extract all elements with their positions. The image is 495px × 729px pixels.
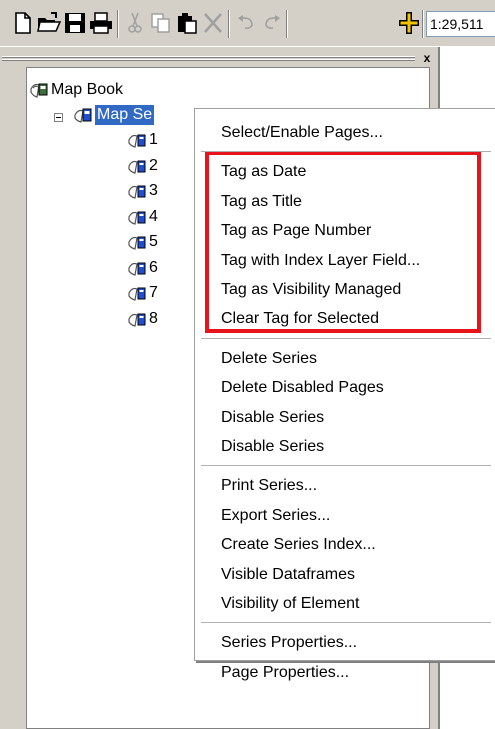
open-folder-icon bbox=[37, 12, 61, 32]
menu-item-delete-disabled-pages[interactable]: Delete Disabled Pages bbox=[221, 373, 384, 403]
map-page-icon bbox=[128, 236, 146, 250]
tree-item-page[interactable]: 2 bbox=[128, 155, 158, 177]
map-page-icon bbox=[128, 160, 146, 174]
context-menu: Select/Enable Pages... Tag as Date Tag as … bbox=[194, 108, 495, 681]
tree-item-map-series[interactable]: Map Se bbox=[74, 104, 155, 126]
toolbar: 1:29,511 bbox=[0, 0, 495, 47]
panel-grip[interactable] bbox=[2, 56, 415, 58]
menu-item-tag-as-visibility-managed[interactable]: Tag as Visibility Managed bbox=[221, 275, 401, 305]
menu-item-export-series[interactable]: Export Series... bbox=[221, 501, 330, 531]
menu-separator bbox=[201, 465, 491, 467]
toolbar-separator bbox=[422, 10, 424, 38]
menu-item-tag-with-index-layer-field[interactable]: Tag with Index Layer Field... bbox=[221, 246, 420, 276]
new-document-button[interactable] bbox=[10, 10, 36, 36]
tree-item-label: 2 bbox=[149, 156, 158, 174]
menu-item-disable-series[interactable]: Disable Series bbox=[221, 432, 324, 462]
print-button[interactable] bbox=[88, 10, 114, 36]
print-icon bbox=[90, 12, 112, 34]
menu-item-series-properties[interactable]: Series Properties... bbox=[221, 628, 357, 658]
menu-item-delete-series[interactable]: Delete Series bbox=[221, 344, 317, 374]
save-button[interactable] bbox=[62, 10, 88, 36]
map-scale-input[interactable]: 1:29,511 bbox=[426, 11, 495, 37]
tree-item-map-book[interactable]: Map Book bbox=[30, 79, 123, 101]
tree-item-page[interactable]: 3 bbox=[128, 180, 158, 202]
menu-item-disable-series[interactable]: Disable Series bbox=[221, 403, 324, 433]
menu-item-visible-dataframes[interactable]: Visible Dataframes bbox=[221, 560, 355, 590]
menu-item-tag-as-date[interactable]: Tag as Date bbox=[221, 157, 306, 187]
map-series-icon bbox=[74, 108, 92, 123]
tree-item-label: Map Se bbox=[95, 105, 155, 125]
menu-item-tag-as-page-number[interactable]: Tag as Page Number bbox=[221, 216, 371, 246]
collapse-toggle[interactable] bbox=[54, 113, 63, 122]
cut-button[interactable] bbox=[122, 10, 148, 36]
redo-icon bbox=[265, 15, 280, 29]
toolbar-separator bbox=[228, 10, 230, 38]
tree-item-label: 6 bbox=[149, 258, 158, 276]
copy-button[interactable] bbox=[148, 10, 174, 36]
menu-item-page-properties[interactable]: Page Properties... bbox=[221, 658, 349, 688]
menu-item-tag-as-title[interactable]: Tag as Title bbox=[221, 187, 302, 217]
tree-item-label: 8 bbox=[149, 309, 158, 327]
delete-icon bbox=[204, 13, 222, 33]
toolbar-separator bbox=[117, 10, 119, 38]
tree-item-label: 4 bbox=[149, 207, 158, 225]
toolbar-separator bbox=[286, 10, 288, 38]
menu-separator bbox=[201, 337, 491, 339]
tree-item-page[interactable]: 8 bbox=[128, 308, 158, 330]
menu-item-visibility-of-element[interactable]: Visibility of Element bbox=[221, 589, 359, 619]
panel-header: x bbox=[2, 52, 440, 66]
panel-grip[interactable] bbox=[2, 59, 415, 61]
paste-button[interactable] bbox=[174, 10, 200, 36]
map-page-icon bbox=[128, 313, 146, 327]
menu-item-create-series-index[interactable]: Create Series Index... bbox=[221, 530, 376, 560]
map-book-icon bbox=[30, 83, 48, 98]
map-page-icon bbox=[128, 287, 146, 301]
tree-item-page[interactable]: 5 bbox=[128, 231, 158, 253]
tree-item-page[interactable]: 4 bbox=[128, 206, 158, 228]
cut-icon bbox=[128, 12, 142, 33]
map-page-icon bbox=[128, 262, 146, 276]
tree-item-page[interactable]: 7 bbox=[128, 282, 158, 304]
menu-item-clear-tag-for-selected[interactable]: Clear Tag for Selected bbox=[221, 304, 379, 334]
delete-button[interactable] bbox=[200, 10, 226, 36]
tree-item-page[interactable]: 1 bbox=[128, 129, 158, 151]
map-page-icon bbox=[128, 134, 146, 148]
tree-item-label: 1 bbox=[149, 131, 158, 148]
menu-item-print-series[interactable]: Print Series... bbox=[221, 471, 317, 501]
open-button[interactable] bbox=[36, 10, 62, 36]
tree-item-label: 3 bbox=[149, 182, 158, 199]
menu-item-select-enable-pages[interactable]: Select/Enable Pages... bbox=[221, 118, 383, 148]
panel-close-button[interactable]: x bbox=[420, 52, 434, 66]
tree-item-label: Map Book bbox=[51, 81, 124, 98]
copy-icon bbox=[151, 13, 170, 33]
map-page-icon bbox=[128, 211, 146, 225]
map-page-icon bbox=[128, 185, 146, 199]
new-document-icon bbox=[15, 12, 31, 34]
redo-button[interactable] bbox=[259, 10, 285, 36]
tree-item-label: 5 bbox=[149, 233, 158, 250]
add-data-icon bbox=[399, 12, 419, 34]
save-icon bbox=[65, 13, 85, 33]
menu-separator bbox=[201, 151, 491, 153]
undo-button[interactable] bbox=[233, 10, 259, 36]
undo-icon bbox=[238, 15, 253, 29]
tree-item-label: 7 bbox=[149, 284, 158, 301]
paste-icon bbox=[178, 13, 197, 34]
tree-item-page[interactable]: 6 bbox=[128, 257, 158, 279]
add-data-button[interactable] bbox=[396, 10, 422, 36]
menu-separator bbox=[201, 622, 491, 624]
